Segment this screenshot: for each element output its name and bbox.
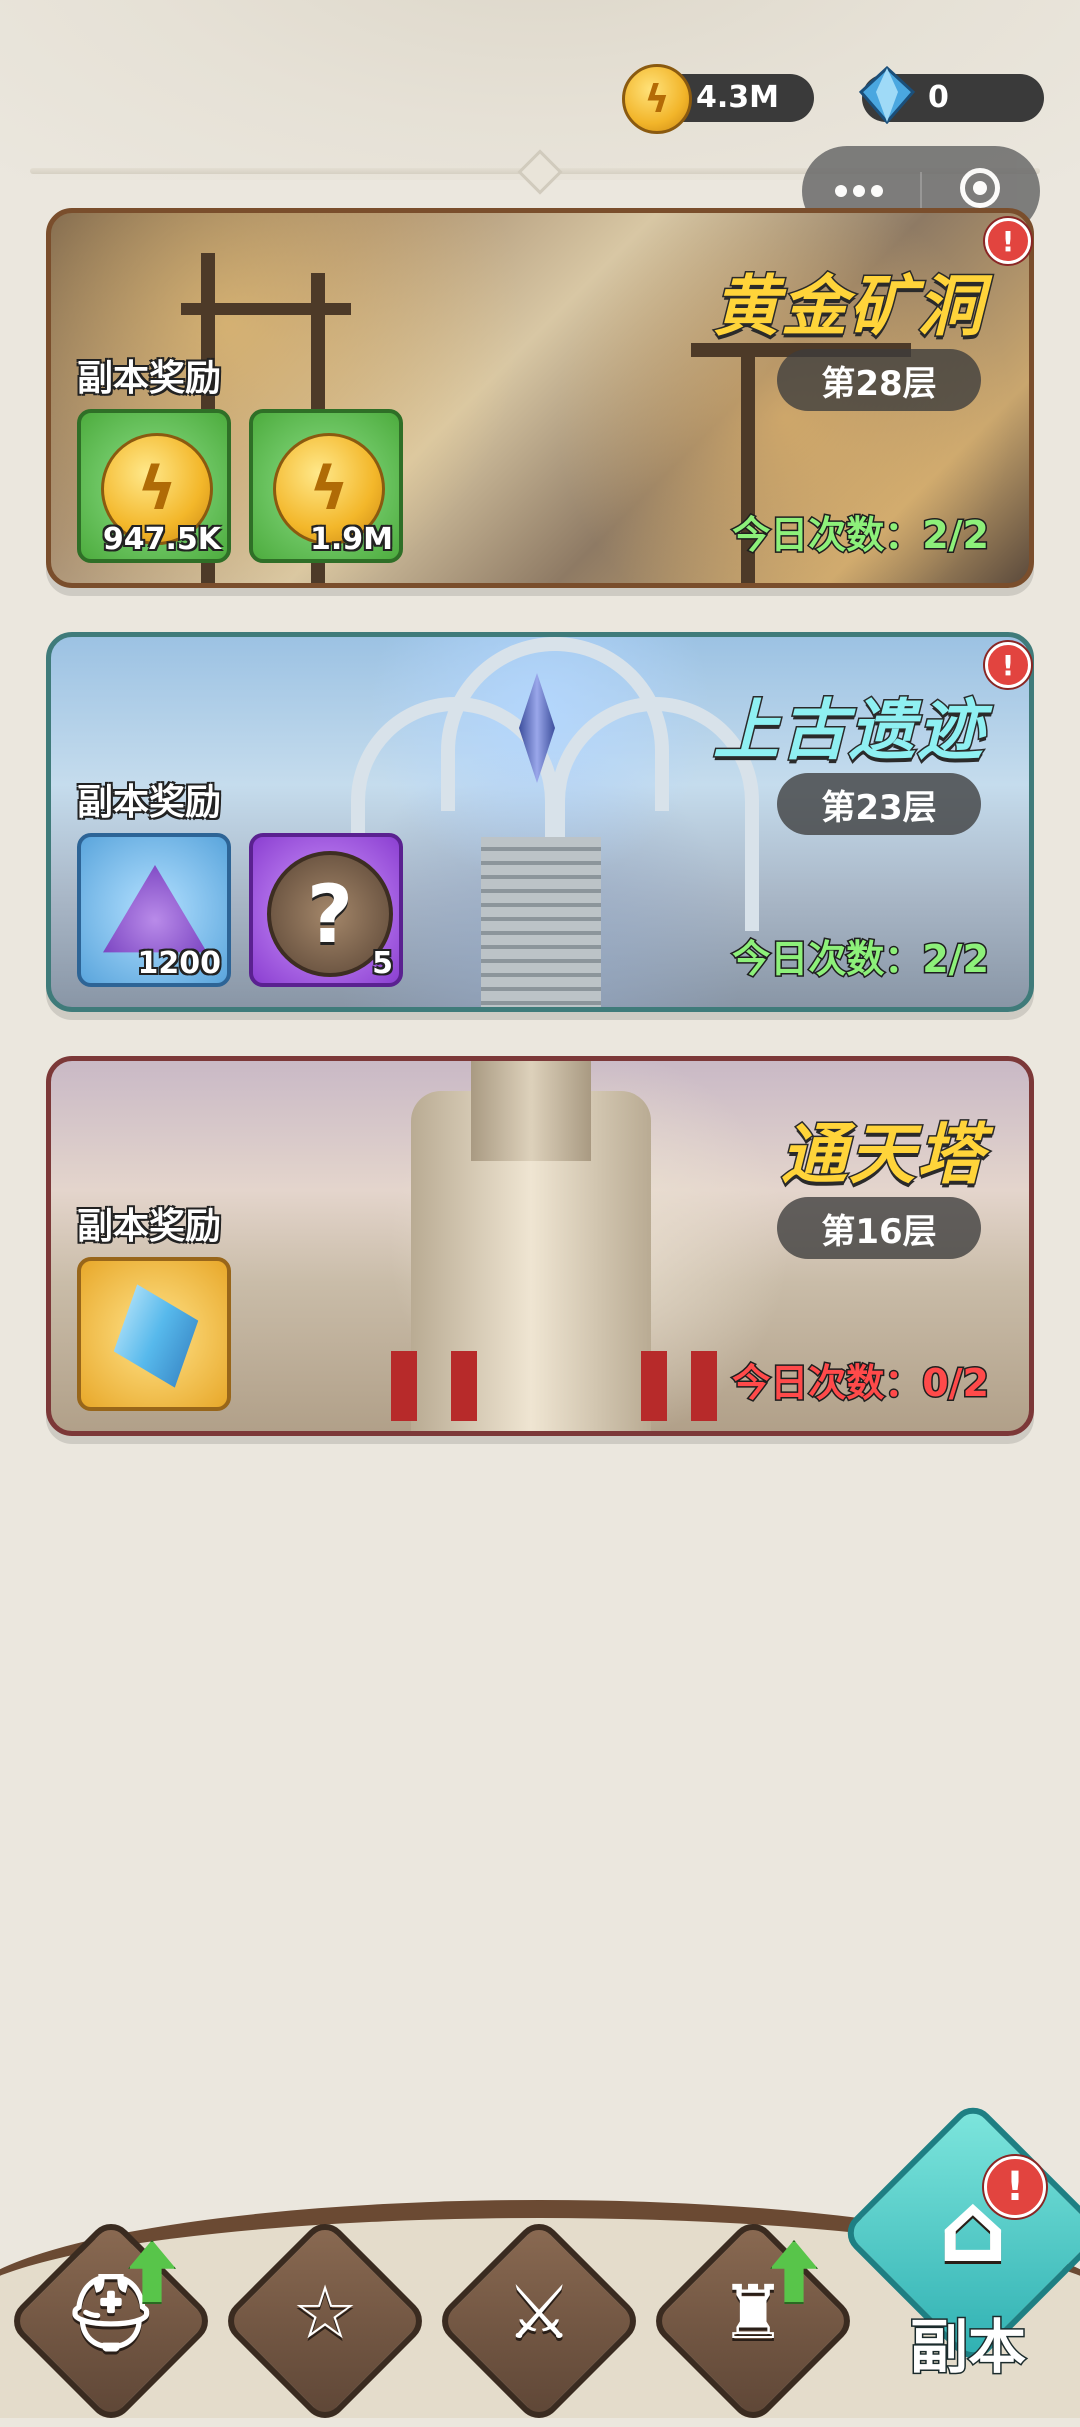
nav-battle-button[interactable]: ⚔ [432,2214,646,2427]
alert-badge: ! [985,642,1031,688]
banner [391,1351,417,1421]
dungeon-gate-icon: ⌂ [938,2172,1008,2284]
tower-top [471,1061,591,1161]
floor-badge: 第23层 [777,773,981,835]
reward-slot[interactable] [77,1257,231,1411]
purple-gem-icon [103,865,207,953]
alert-badge: ! [984,2156,1046,2218]
reward-count: 1.9M [310,522,393,557]
reward-slot[interactable]: ϟ 1.9M [249,409,403,563]
reward-slot[interactable]: ϟ 947.5K [77,409,231,563]
book-icon: ☆ [291,2270,359,2356]
helmet-icon: ⛑ [64,2270,158,2356]
nav-hero-button[interactable]: ⛑ [4,2214,218,2427]
gold-coin-icon: ϟ [622,64,692,134]
daily-attempts: 今日次数：2/2 [731,936,991,983]
dungeon-card-ancient-ruins[interactable]: 上古遗迹 第23层 副本奖励 1200 ? 5 今日次数：2/2 [46,632,1034,1012]
stairs [481,837,601,1007]
blue-crystal-icon [95,1269,217,1403]
dungeon-card-sky-tower[interactable]: 通天塔 第16层 副本奖励 今日次数：0/2 [46,1056,1034,1436]
diamond-icon [858,66,916,124]
banner [691,1351,717,1421]
reward-count: 947.5K [102,522,221,557]
reward-slot[interactable]: ? 5 [249,833,403,987]
dungeon-title: 通天塔 [780,1115,985,1195]
capsule-separator [920,172,922,212]
daily-attempts: 今日次数：2/2 [731,512,991,559]
reward-label: 副本奖励 [77,782,222,823]
nav-book-button[interactable]: ☆ [218,2214,432,2427]
reward-label: 副本奖励 [77,1206,222,1247]
banner [641,1351,667,1421]
nav-castle-button[interactable]: ♜ [646,2214,860,2427]
daily-attempts: 今日次数：0/2 [731,1360,991,1407]
floor-badge: 第28层 [777,349,981,411]
crossed-swords-icon: ⚔ [505,2270,573,2356]
gold-amount: 4.3M [696,80,779,115]
target-icon[interactable] [960,168,1000,208]
reward-slot[interactable]: 1200 [77,833,231,987]
alert-badge: ! [985,218,1031,264]
diamond-currency[interactable]: 0 [858,66,1044,124]
reward-count: 5 [372,946,393,981]
gold-currency[interactable]: ϟ 4.3M [622,64,814,134]
castle-icon: ♜ [719,2270,787,2356]
dungeon-title: 黄金矿洞 [712,267,985,347]
more-dots-icon[interactable] [832,182,892,202]
nav-dungeon-label: 副本 [908,2312,1027,2383]
mine-beam [181,303,351,315]
diamond-amount: 0 [928,80,949,115]
reward-label: 副本奖励 [77,358,222,399]
dungeon-card-gold-mine[interactable]: 黄金矿洞 第28层 副本奖励 ϟ 947.5K ϟ 1.9M 今日次数：2/2 [46,208,1034,588]
floor-badge: 第16层 [777,1197,981,1259]
reward-count: 1200 [137,946,222,981]
dungeon-title: 上古遗迹 [712,691,985,771]
banner [451,1351,477,1421]
ruin-arch [441,637,669,811]
